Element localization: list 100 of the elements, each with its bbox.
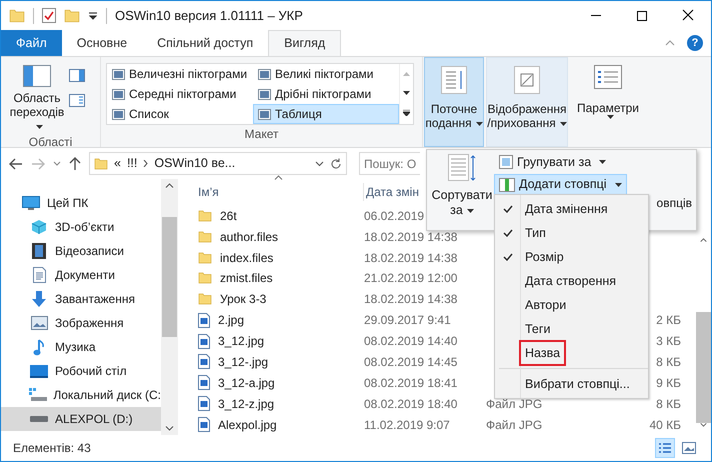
file-name[interactable]: index.files xyxy=(220,248,274,267)
navigation-pane-button[interactable]: Область переходів xyxy=(5,65,69,133)
collapse-chevron-icon[interactable] xyxy=(665,40,675,46)
ribbon-tab[interactable]: Спільний доступ xyxy=(142,30,268,56)
file-name[interactable]: author.files xyxy=(220,228,278,246)
file-name[interactable]: 2.jpg xyxy=(218,311,244,330)
file-name[interactable]: 3_12-.jpg xyxy=(218,352,268,371)
image-file-icon xyxy=(198,417,210,432)
caret-icon xyxy=(614,182,622,186)
show-hide-button[interactable]: Відображення /приховання xyxy=(486,57,568,147)
recent-caret-icon[interactable] xyxy=(53,161,61,166)
dropdown-arrow-icon[interactable] xyxy=(88,12,98,20)
menu-item[interactable]: Теги xyxy=(495,317,648,341)
date-cell: 29.09.2017 9:41 xyxy=(364,313,451,328)
size-cell: 8 КБ xyxy=(656,396,681,411)
menu-item[interactable]: Дата змінення xyxy=(495,197,648,221)
caret-icon xyxy=(466,208,474,213)
scroll-down-icon[interactable] xyxy=(698,423,708,427)
breadcrumb[interactable]: !!! xyxy=(126,154,138,173)
menu-item[interactable]: Автори xyxy=(495,293,648,317)
layout-option[interactable]: Середні піктограми xyxy=(107,84,253,104)
image-file-icon xyxy=(198,375,210,390)
dropdown-caret-icon[interactable] xyxy=(315,160,324,166)
current-view-button[interactable]: Поточне подання xyxy=(424,57,484,147)
up-arrow-icon[interactable] xyxy=(69,156,81,170)
checkmark-icon xyxy=(503,205,513,213)
size-cell: 2 КБ xyxy=(656,313,681,328)
date-cell: 08.02.2019 14:40 xyxy=(364,334,458,348)
column-header[interactable]: Ім’я xyxy=(198,183,363,202)
layout-option[interactable]: Список xyxy=(107,104,253,124)
size-columns-label[interactable]: овпців xyxy=(656,194,692,212)
date-cell: 08.02.2019 18:40 xyxy=(364,396,458,411)
breadcrumb[interactable]: « xyxy=(114,154,121,173)
layout-option[interactable]: Великі піктограми xyxy=(253,64,399,84)
date-cell: 18.02.2019 14:38 xyxy=(364,292,458,306)
navigation-item[interactable]: Відеозаписи xyxy=(1,239,161,263)
properties-icon[interactable] xyxy=(42,8,56,23)
scroll-up-icon[interactable] xyxy=(698,238,708,242)
add-column-icon xyxy=(499,178,515,192)
page-icon xyxy=(514,66,540,94)
layout-option[interactable]: Величезні піктограми xyxy=(107,64,253,84)
navigation-item[interactable]: Локальний диск (C: xyxy=(1,383,161,407)
navigation-label: 3D-об’єкти xyxy=(55,219,114,236)
search-field[interactable]: Пошук: O xyxy=(359,152,420,175)
navigation-item[interactable]: Завантаження xyxy=(1,287,161,311)
view-icon xyxy=(112,108,125,120)
menu-item[interactable]: Назва xyxy=(495,341,648,365)
help-icon[interactable]: ? xyxy=(687,35,703,51)
options-button[interactable]: Параметри xyxy=(572,57,644,147)
scroll-down-icon[interactable] xyxy=(403,90,410,95)
file-name[interactable]: Урок 3-3 xyxy=(220,290,266,308)
refresh-icon[interactable] xyxy=(330,158,342,170)
details-view-button[interactable] xyxy=(655,438,675,458)
navigation-item[interactable]: ALEXPOL (D:) xyxy=(1,407,161,431)
ribbon-tab[interactable]: Вигляд xyxy=(268,30,342,56)
file-name[interactable]: 26t xyxy=(220,206,237,225)
view-icon xyxy=(258,108,271,120)
group-by-button[interactable]: Групувати за xyxy=(495,152,610,172)
layout-option[interactable]: Таблиця xyxy=(253,104,399,124)
cube-icon xyxy=(31,219,47,235)
details-pane-icon[interactable] xyxy=(69,94,85,107)
ribbon-tab[interactable]: Основне xyxy=(62,30,142,56)
date-cell: 08.02.2019 14:45 xyxy=(364,354,458,369)
file-name[interactable]: 3_12-z.jpg xyxy=(218,394,274,413)
view-icon xyxy=(112,68,125,80)
navigation-item[interactable]: Зображення xyxy=(1,311,161,335)
file-tab[interactable]: Файл xyxy=(1,30,62,56)
back-arrow-icon[interactable] xyxy=(9,158,23,170)
scroll-down-icon[interactable] xyxy=(165,426,174,431)
menu-item[interactable]: Вибрати стовпці... xyxy=(495,372,648,396)
file-name[interactable]: 3_12.jpg xyxy=(218,332,264,350)
column-header[interactable]: Дата змін xyxy=(363,183,419,202)
more-icon[interactable] xyxy=(403,110,410,116)
status-text: Елементів: 43 xyxy=(13,440,91,457)
add-columns-button[interactable]: Додати стовпці xyxy=(494,174,627,195)
menu-item[interactable]: Тип xyxy=(495,221,648,245)
preview-pane-icon[interactable] xyxy=(69,69,85,82)
navigation-label: Відеозаписи xyxy=(55,243,124,260)
navigation-item[interactable]: 3D-об’єкти xyxy=(1,215,161,239)
details-view-icon xyxy=(658,442,672,454)
scroll-up-icon[interactable] xyxy=(165,183,174,188)
file-name[interactable]: 3_12-a.jpg xyxy=(218,374,275,392)
navigation-item[interactable]: Цей ПК xyxy=(1,191,161,215)
navigation-item[interactable]: Документи xyxy=(1,263,161,287)
file-name[interactable]: zmist.files xyxy=(220,269,273,288)
folder-icon xyxy=(198,230,212,244)
file-name[interactable]: Alexpol.jpg xyxy=(218,416,277,434)
address-field[interactable]: « !!! OSWin10 ве... xyxy=(89,152,347,175)
menu-item[interactable]: Дата створення xyxy=(495,269,648,293)
sort-by-button[interactable]: Сортувати за xyxy=(431,154,493,232)
date-cell: 11.02.2019 9:07 xyxy=(364,418,450,432)
menu-item[interactable]: Розмір xyxy=(495,245,648,269)
large-icons-view-icon xyxy=(682,442,696,454)
breadcrumb[interactable]: OSWin10 ве... xyxy=(154,154,236,173)
layout-option[interactable]: Дрібні піктограми xyxy=(253,84,399,104)
navigation-scrollbar[interactable] xyxy=(161,179,178,435)
navigation-item[interactable]: Робочий стіл xyxy=(1,359,161,383)
navigation-item[interactable]: Музика xyxy=(1,335,161,359)
group-label: Макет xyxy=(244,126,280,143)
image-file-icon xyxy=(198,354,210,370)
